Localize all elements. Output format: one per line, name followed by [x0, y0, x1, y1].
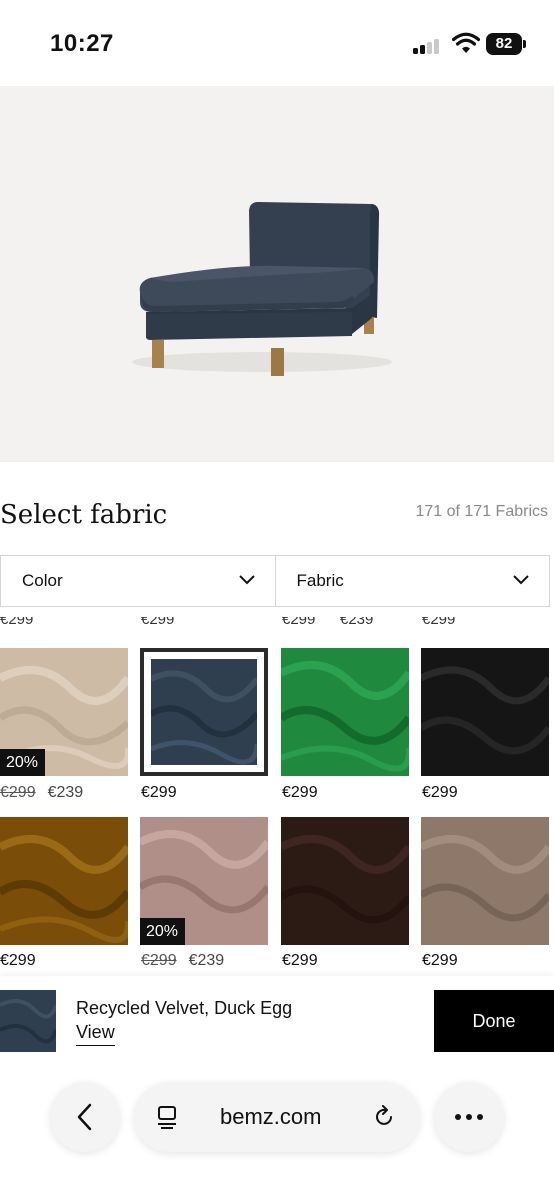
- status-time: 10:27: [50, 30, 114, 57]
- chevron-down-icon: [238, 575, 255, 585]
- cellular-signal-icon: [413, 38, 443, 54]
- url-text: bemz.com: [220, 1104, 322, 1129]
- fabric-texture: [151, 659, 257, 765]
- fabric-swatch-black[interactable]: [421, 648, 549, 776]
- fabric-texture: [0, 990, 56, 1052]
- price-text: €239: [340, 617, 374, 628]
- old-price: €299: [0, 784, 36, 801]
- sale-price: €239: [47, 784, 84, 801]
- chevron-left-icon: [77, 1103, 92, 1131]
- old-price: €299: [141, 952, 177, 969]
- fabric-texture: [281, 648, 409, 776]
- scrolled-price-row: €299 €299 €299 €239 €299: [0, 617, 554, 631]
- done-button[interactable]: Done: [434, 990, 554, 1052]
- price-text: €299: [141, 617, 175, 628]
- swatch-price: €299: [282, 784, 318, 801]
- swatch-price: €299: [282, 952, 318, 969]
- fabric-count: 171 of 171 Fabrics: [415, 503, 548, 520]
- chevron-down-icon: [513, 575, 529, 585]
- product-image: [0, 86, 554, 462]
- fabric-swatch-taupe[interactable]: [421, 817, 549, 945]
- fabric-swatch-duck-egg-selected[interactable]: [140, 648, 268, 776]
- status-bar: 10:27 82: [0, 0, 554, 86]
- select-fabric-title: Select fabric: [0, 500, 168, 530]
- fabric-swatch-green[interactable]: [281, 648, 409, 776]
- fabric-filter-dropdown[interactable]: Fabric: [274, 556, 550, 606]
- more-dots-icon: [455, 1114, 483, 1120]
- wifi-icon: [452, 32, 480, 53]
- swatch-price: €299: [422, 784, 458, 801]
- selected-fabric-bar: Recycled Velvet, Duck Egg View Done: [0, 976, 554, 1066]
- fabric-texture: [421, 648, 549, 776]
- more-options-button[interactable]: [434, 1082, 504, 1152]
- swatch-price: €299: [422, 952, 458, 969]
- color-filter-dropdown[interactable]: Color: [1, 556, 275, 606]
- selected-fabric-thumbnail: [0, 990, 56, 1052]
- chaise-longue-illustration: [132, 202, 392, 376]
- fabric-swatch-dusty-pink[interactable]: 20%: [140, 817, 268, 945]
- reload-icon[interactable]: [372, 1105, 396, 1129]
- color-filter-label: Color: [22, 571, 63, 590]
- fabric-texture: [0, 817, 128, 945]
- price-text: €299: [0, 617, 34, 628]
- discount-badge: 20%: [140, 918, 186, 945]
- swatch-price: €299 €239: [0, 784, 83, 802]
- fabric-texture: [281, 817, 409, 945]
- fabric-filter-label: Fabric: [296, 571, 344, 590]
- price-text: €299: [422, 617, 456, 628]
- browser-toolbar: bemz.com: [0, 1066, 554, 1200]
- filter-bar: Color Fabric: [0, 555, 550, 607]
- fabric-swatch-chocolate[interactable]: [281, 817, 409, 945]
- fabric-texture: [421, 817, 549, 945]
- discount-badge: 20%: [0, 749, 46, 776]
- fabric-swatch-beige[interactable]: 20%: [0, 648, 128, 776]
- reader-mode-icon: [158, 1106, 176, 1129]
- fabric-swatch-ochre[interactable]: [0, 817, 128, 945]
- swatch-price: €299 €239: [141, 952, 224, 970]
- sale-price: €239: [188, 952, 225, 969]
- view-fabric-link[interactable]: View: [76, 1022, 115, 1046]
- address-bar[interactable]: bemz.com: [134, 1082, 420, 1152]
- selected-fabric-name: Recycled Velvet, Duck Egg: [76, 998, 293, 1018]
- battery-indicator: 82: [486, 33, 526, 55]
- back-button[interactable]: [50, 1082, 120, 1152]
- swatch-price: €299: [141, 784, 177, 801]
- swatch-price: €299: [0, 952, 36, 969]
- price-text: €299: [282, 617, 316, 628]
